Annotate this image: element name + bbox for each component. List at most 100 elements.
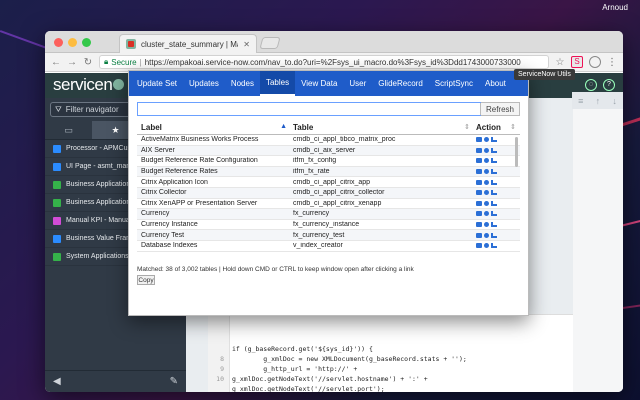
table-label-cell[interactable]: ActiveMatrix Business Works Process — [137, 136, 293, 143]
schema-map-icon[interactable] — [491, 243, 497, 249]
table-name-cell[interactable]: cmdb_ci_appl_citrix_app — [293, 179, 476, 186]
settings-icon[interactable] — [484, 158, 489, 164]
table-name-cell[interactable]: fx_currency — [293, 210, 476, 217]
schema-map-icon[interactable] — [491, 137, 497, 143]
browser-menu-icon[interactable]: ⋮ — [607, 57, 617, 68]
settings-icon[interactable] — [484, 147, 489, 153]
list-view-icon[interactable] — [476, 222, 482, 228]
settings-icon[interactable] — [484, 190, 489, 196]
list-view-icon[interactable] — [476, 169, 482, 175]
reload-icon[interactable]: ↻ — [83, 57, 93, 68]
maximize-window-button[interactable] — [82, 38, 91, 47]
list-view-icon[interactable] — [476, 200, 482, 206]
settings-icon[interactable] — [484, 137, 489, 143]
collapse-navigator-icon[interactable]: ◀ — [53, 376, 61, 387]
schema-map-icon[interactable] — [491, 169, 497, 175]
list-view-icon[interactable] — [476, 190, 482, 196]
back-arrow-icon[interactable]: ← — [51, 57, 61, 68]
list-view-icon[interactable] — [476, 137, 482, 143]
schema-map-icon[interactable] — [491, 147, 497, 153]
popup-tab-gliderecord[interactable]: GlideRecord — [372, 71, 428, 96]
extension-icon[interactable] — [589, 56, 601, 68]
table-name-cell[interactable]: itfm_fx_config — [293, 157, 476, 164]
popup-tab-scriptsync[interactable]: ScriptSync — [429, 71, 479, 96]
settings-icon[interactable] — [484, 179, 489, 185]
schema-map-icon[interactable] — [491, 222, 497, 228]
table-label-cell[interactable]: AIX Server — [137, 147, 293, 154]
table-name-cell[interactable]: v_index_creator — [293, 242, 476, 249]
table-search-input[interactable] — [137, 102, 481, 116]
arrow-up-icon[interactable]: ↑ — [596, 96, 601, 106]
table-row[interactable]: Budget Reference Rate Configuration itfm_… — [137, 156, 520, 167]
bookmark-star-icon[interactable]: ☆ — [555, 57, 565, 68]
minimize-window-button[interactable] — [68, 38, 77, 47]
tab-all-applications[interactable]: ▭ — [45, 121, 92, 139]
column-action-header[interactable]: Action ⇕ — [476, 123, 520, 132]
list-view-icon[interactable] — [476, 232, 482, 238]
table-row[interactable]: Citrix Application Icon cmdb_ci_appl_citr… — [137, 177, 520, 188]
table-name-cell[interactable]: itfm_fx_rate — [293, 168, 476, 175]
servicenow-utils-extension-icon[interactable]: S — [571, 56, 583, 68]
table-label-cell[interactable]: Citrix Collector — [137, 189, 293, 196]
settings-icon[interactable] — [484, 200, 489, 206]
table-label-cell[interactable]: Currency Instance — [137, 221, 293, 228]
table-label-cell[interactable]: Budget Reference Rates — [137, 168, 293, 175]
table-label-cell[interactable]: Database Indexes — [137, 242, 293, 249]
popup-tab-about[interactable]: About — [479, 71, 512, 96]
schema-map-icon[interactable] — [491, 158, 497, 164]
popup-tab-updates[interactable]: Updates — [183, 71, 225, 96]
table-name-cell[interactable]: fx_currency_test — [293, 232, 476, 239]
popup-tab-update-set[interactable]: Update Set — [131, 71, 183, 96]
table-label-cell[interactable]: Citrix Application Icon — [137, 179, 293, 186]
list-view-icon[interactable] — [476, 243, 482, 249]
table-label-cell[interactable]: Budget Reference Rate Configuration — [137, 157, 293, 164]
arrow-down-icon[interactable]: ↓ — [612, 96, 617, 106]
list-view-icon[interactable] — [476, 158, 482, 164]
refresh-button[interactable]: Refresh — [479, 103, 519, 115]
table-name-cell[interactable]: cmdb_ci_appl_tibco_matrix_proc — [293, 136, 476, 143]
table-name-cell[interactable]: cmdb_ci_aix_server — [293, 147, 476, 154]
table-row[interactable]: Citrix XenAPP or Presentation Server cmdb… — [137, 199, 520, 210]
table-row[interactable]: Currency fx_currency — [137, 209, 520, 220]
settings-icon[interactable] — [484, 243, 489, 249]
browser-tab[interactable]: cluster_state_summary | Macro ✕ — [119, 34, 257, 53]
connect-chat-icon[interactable]: ◌ — [585, 79, 597, 91]
table-row[interactable]: Currency Instance fx_currency_instance — [137, 220, 520, 231]
popup-tab-nodes[interactable]: Nodes — [225, 71, 260, 96]
table-label-cell[interactable]: Currency Test — [137, 232, 293, 239]
column-table-header[interactable]: Table ⇕ — [293, 123, 476, 132]
table-label-cell[interactable]: Citrix XenAPP or Presentation Server — [137, 200, 293, 207]
close-window-button[interactable] — [54, 38, 63, 47]
settings-icon[interactable] — [484, 232, 489, 238]
settings-icon[interactable] — [484, 222, 489, 228]
column-label-header[interactable]: Label ▲ — [137, 123, 293, 132]
table-row[interactable]: Budget Reference Rates itfm_fx_rate — [137, 166, 520, 178]
schema-map-icon[interactable] — [491, 200, 497, 206]
table-name-cell[interactable]: cmdb_ci_appl_citrix_collector — [293, 189, 476, 196]
schema-map-icon[interactable] — [491, 190, 497, 196]
settings-icon[interactable] — [484, 169, 489, 175]
new-tab-button[interactable] — [259, 37, 281, 49]
edit-pencil-icon[interactable]: ✎ — [170, 376, 178, 387]
popup-tab-tables[interactable]: Tables — [259, 71, 296, 96]
popup-tab-user[interactable]: User — [343, 71, 372, 96]
tables-scrollbar[interactable] — [515, 137, 518, 167]
schema-map-icon[interactable] — [491, 179, 497, 185]
table-row[interactable]: Citrix Collector cmdb_ci_appl_citrix_coll… — [137, 187, 520, 199]
schema-map-icon[interactable] — [491, 232, 497, 238]
script-editor[interactable]: if (g_baseRecord.get('${sys_id}')) {8 g_… — [208, 314, 580, 392]
list-view-icon[interactable] — [476, 211, 482, 217]
table-name-cell[interactable]: cmdb_ci_appl_citrix_xenapp — [293, 200, 476, 207]
servicenow-logo[interactable]: servicen — [53, 75, 125, 95]
table-row[interactable]: Currency Test fx_currency_test — [137, 230, 520, 241]
list-view-icon[interactable] — [476, 147, 482, 153]
table-row[interactable]: ActiveMatrix Business Works Process cmdb_… — [137, 135, 520, 146]
list-view-icon[interactable] — [476, 179, 482, 185]
settings-icon[interactable] — [484, 211, 489, 217]
close-tab-icon[interactable]: ✕ — [243, 40, 250, 49]
url-input[interactable]: 🔒︎ Secure | https://empakoai.service-now… — [99, 55, 549, 69]
forward-arrow-icon[interactable]: → — [67, 57, 77, 68]
table-label-cell[interactable]: Currency — [137, 210, 293, 217]
table-name-cell[interactable]: fx_currency_instance — [293, 221, 476, 228]
table-row[interactable]: AIX Server cmdb_ci_aix_server — [137, 145, 520, 157]
